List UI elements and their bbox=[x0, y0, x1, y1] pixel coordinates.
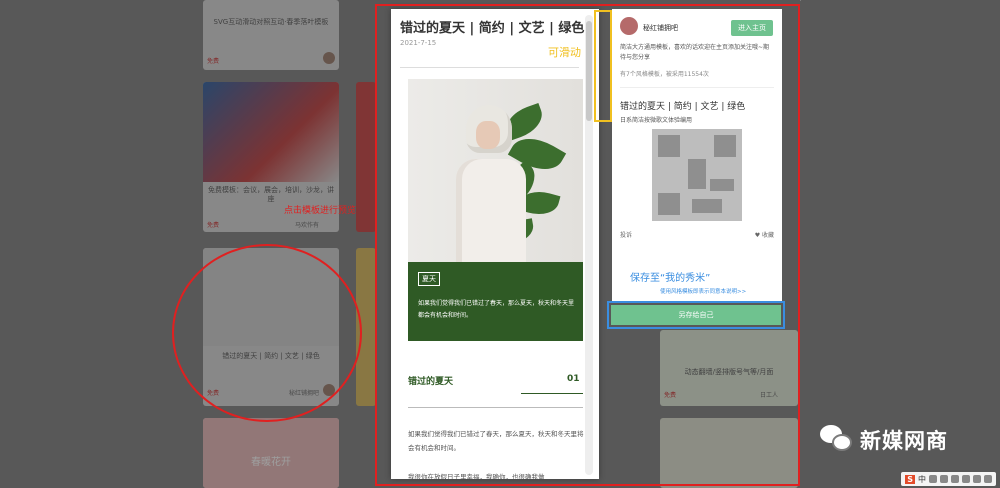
keyboard-icon[interactable] bbox=[962, 475, 970, 483]
template-card[interactable] bbox=[356, 82, 376, 232]
toolbox-icon[interactable] bbox=[984, 475, 992, 483]
card-title: SVG互动滑动对照互动·春季落叶模板 bbox=[213, 18, 329, 26]
punctuation-icon[interactable] bbox=[929, 475, 937, 483]
emoji-icon[interactable] bbox=[940, 475, 948, 483]
ime-language[interactable]: 中 bbox=[918, 474, 926, 485]
save-button-highlight bbox=[607, 301, 785, 329]
card-thumbnail bbox=[203, 82, 339, 182]
wechat-logo-icon bbox=[820, 425, 854, 455]
card-thumbnail bbox=[203, 418, 339, 488]
watermark: 新媒网商 bbox=[820, 425, 948, 455]
circle-annotation: 点击模板进行预览 bbox=[284, 206, 357, 216]
scroll-annotation: 可滑动 bbox=[548, 46, 581, 59]
scroll-highlight bbox=[594, 10, 612, 122]
watermark-text: 新媒网商 bbox=[860, 429, 948, 453]
card-title: 免费模板：会议，展会，培训，沙龙，讲座 bbox=[208, 186, 334, 203]
card-free-label: 免费 bbox=[207, 222, 220, 229]
card-free-label: 免费 bbox=[207, 58, 220, 65]
highlight-circle bbox=[172, 244, 362, 422]
card-author: 马欢作有 bbox=[294, 222, 319, 229]
sogou-logo-icon: S bbox=[905, 474, 915, 484]
skin-icon[interactable] bbox=[973, 475, 981, 483]
microphone-icon[interactable] bbox=[951, 475, 959, 483]
avatar bbox=[323, 52, 335, 64]
ime-toolbar[interactable]: S 中 bbox=[901, 472, 996, 486]
card-title: 春暖花开 bbox=[251, 457, 291, 468]
template-card[interactable] bbox=[800, 0, 801, 1]
template-card[interactable]: 春暖花开 bbox=[203, 418, 339, 488]
highlight-rectangle bbox=[375, 4, 800, 486]
template-card[interactable]: SVG互动滑动对照互动·春季落叶模板 免费 bbox=[203, 0, 339, 70]
